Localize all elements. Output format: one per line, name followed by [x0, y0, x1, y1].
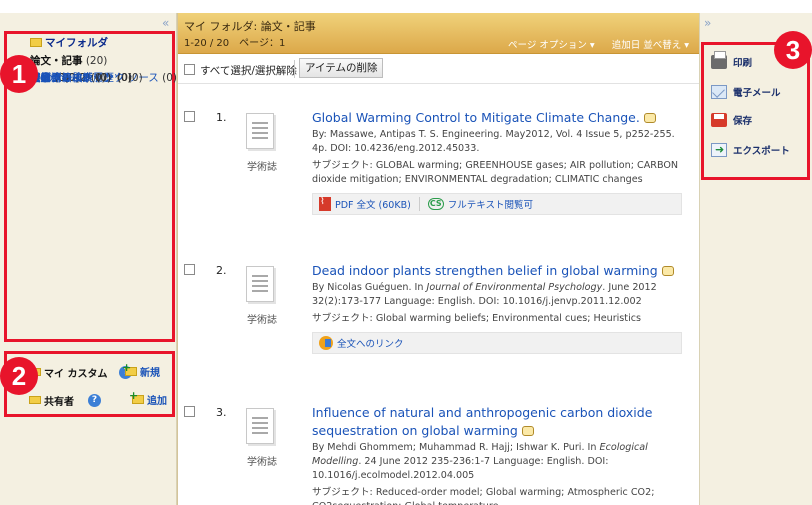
my-folder-heading[interactable]: マイフォルダ [30, 35, 108, 53]
folder-icon [29, 396, 41, 404]
top-strip [0, 0, 812, 13]
preview-icon[interactable] [521, 426, 534, 436]
item-subjects: サブジェクト: Global warming beliefs; Environm… [312, 313, 642, 324]
item-checkbox[interactable] [184, 111, 195, 122]
header-options: ページ オプション ▾ 追加日 並べ替え ▾ [494, 37, 689, 51]
callout-badge-1: 1 [0, 55, 38, 93]
item-links: PDF 全文 (60KB) CS フルテキスト閲覧可 [312, 193, 682, 215]
results-panel: マイ フォルダ: 論文・記事 1-20 / 20 ページ：1 ページ オプション… [177, 13, 699, 505]
item-checkbox[interactable] [184, 406, 195, 417]
result-range: 1-20 / 20 ページ：1 [184, 38, 286, 49]
divider [418, 197, 420, 211]
link-icon [319, 336, 333, 350]
item-checkbox[interactable] [184, 264, 195, 275]
document-icon[interactable] [246, 266, 274, 302]
folder-label: Web ページ [30, 72, 88, 85]
collapse-right-button[interactable]: » [704, 16, 711, 30]
fulltext-available-icon: CS [427, 198, 444, 210]
meta-authors: By Mehdi Ghommem; Muhammad R. Hajj; Ishw… [312, 442, 600, 453]
pdf-icon [319, 196, 331, 211]
add-shared-button[interactable]: 追加 [129, 389, 167, 407]
add-label: 追加 [147, 396, 167, 407]
folder-count: (20) [82, 54, 108, 67]
page-options-menu[interactable]: ページ オプション ▾ [508, 40, 595, 51]
delete-items-button[interactable]: アイテムの削除 [299, 58, 384, 78]
item-title[interactable]: Dead indoor plants strengthen belief in … [312, 263, 658, 278]
results-toolbar: すべて選択/選択解除 アイテムの削除 [178, 54, 699, 84]
folder-count: (0) [87, 72, 106, 85]
add-folder-icon [129, 389, 144, 404]
item-subjects: サブジェクト: Reduced-order model; Global warm… [312, 487, 655, 505]
fulltext-link[interactable]: 全文へのリンク [337, 336, 404, 350]
my-custom-row[interactable]: マイ カスタム ? [29, 364, 133, 380]
doc-type-label: 学術誌 [247, 162, 277, 173]
item-number: 1. [216, 111, 227, 124]
item-links: 全文へのリンク [312, 332, 682, 354]
email-label: 電子メール [733, 88, 781, 99]
document-icon[interactable] [246, 408, 274, 444]
fulltext-available-link[interactable]: フルテキスト閲覧可 [448, 197, 533, 211]
folder-header: マイ フォルダ: 論文・記事 1-20 / 20 ページ：1 ページ オプション… [178, 13, 699, 54]
divider [294, 60, 295, 78]
item-number: 2. [216, 264, 227, 277]
help-icon[interactable]: ? [88, 393, 101, 407]
collapse-left-button[interactable]: « [162, 16, 169, 30]
print-button[interactable]: 印刷 [711, 51, 753, 71]
export-button[interactable]: エクスポート [711, 141, 790, 159]
folder-label: 論文・記事 [30, 54, 83, 67]
doc-type-label: 学術誌 [247, 457, 277, 468]
print-label: 印刷 [733, 58, 753, 69]
item-subjects: サブジェクト: GLOBAL warming; GREENHOUSE gases… [312, 160, 679, 185]
meta-authors: By Nicolas Guéguen. In [312, 282, 427, 293]
folder-item[interactable]: 論文・記事 (20) [30, 53, 108, 71]
item-title[interactable]: Influence of natural and anthropogenic c… [312, 405, 652, 438]
pdf-fulltext-link[interactable]: PDF 全文 (60KB) [335, 197, 411, 211]
item-title[interactable]: Global Warming Control to Mitigate Clima… [312, 110, 640, 125]
select-all-label[interactable]: すべて選択/選択解除 [200, 63, 297, 78]
item-meta: By: Massawe, Antipas T. S. Engineering. … [312, 129, 675, 154]
document-icon[interactable] [246, 113, 274, 149]
shared-label: 共有者 [44, 396, 74, 408]
export-label: エクスポート [733, 146, 790, 157]
item-number: 3. [216, 406, 227, 419]
select-all-checkbox[interactable] [184, 64, 195, 75]
new-custom-folder-button[interactable]: 新規 [122, 361, 160, 379]
shared-row[interactable]: 共有者 ? [29, 392, 101, 408]
email-button[interactable]: 電子メール [711, 83, 781, 101]
save-label: 保存 [733, 116, 753, 127]
meta-journal: Journal of Environmental Psychology [426, 282, 603, 293]
item-meta: By Mehdi Ghommem; Muhammad R. Hajj; Ishw… [312, 441, 682, 483]
item-meta: By Nicolas Guéguen. In Journal of Enviro… [312, 281, 682, 309]
printer-icon [711, 51, 727, 69]
callout-badge-2: 2 [0, 357, 38, 395]
save-icon [711, 113, 727, 127]
export-icon [711, 143, 727, 157]
save-button[interactable]: 保存 [711, 111, 752, 129]
folder-label: マイフォルダ [45, 37, 108, 49]
callout-badge-3: 3 [774, 31, 812, 69]
sort-menu[interactable]: 追加日 並べ替え ▾ [612, 40, 689, 51]
folder-title: マイ フォルダ: 論文・記事 [184, 20, 316, 33]
doc-type-label: 学術誌 [247, 315, 277, 326]
add-folder-icon [122, 361, 137, 376]
preview-icon[interactable] [661, 266, 674, 276]
new-label: 新規 [140, 368, 160, 379]
folder-icon [30, 38, 42, 47]
my-custom-label: マイ カスタム [44, 368, 108, 380]
email-icon [711, 85, 727, 99]
preview-icon[interactable] [643, 113, 656, 123]
